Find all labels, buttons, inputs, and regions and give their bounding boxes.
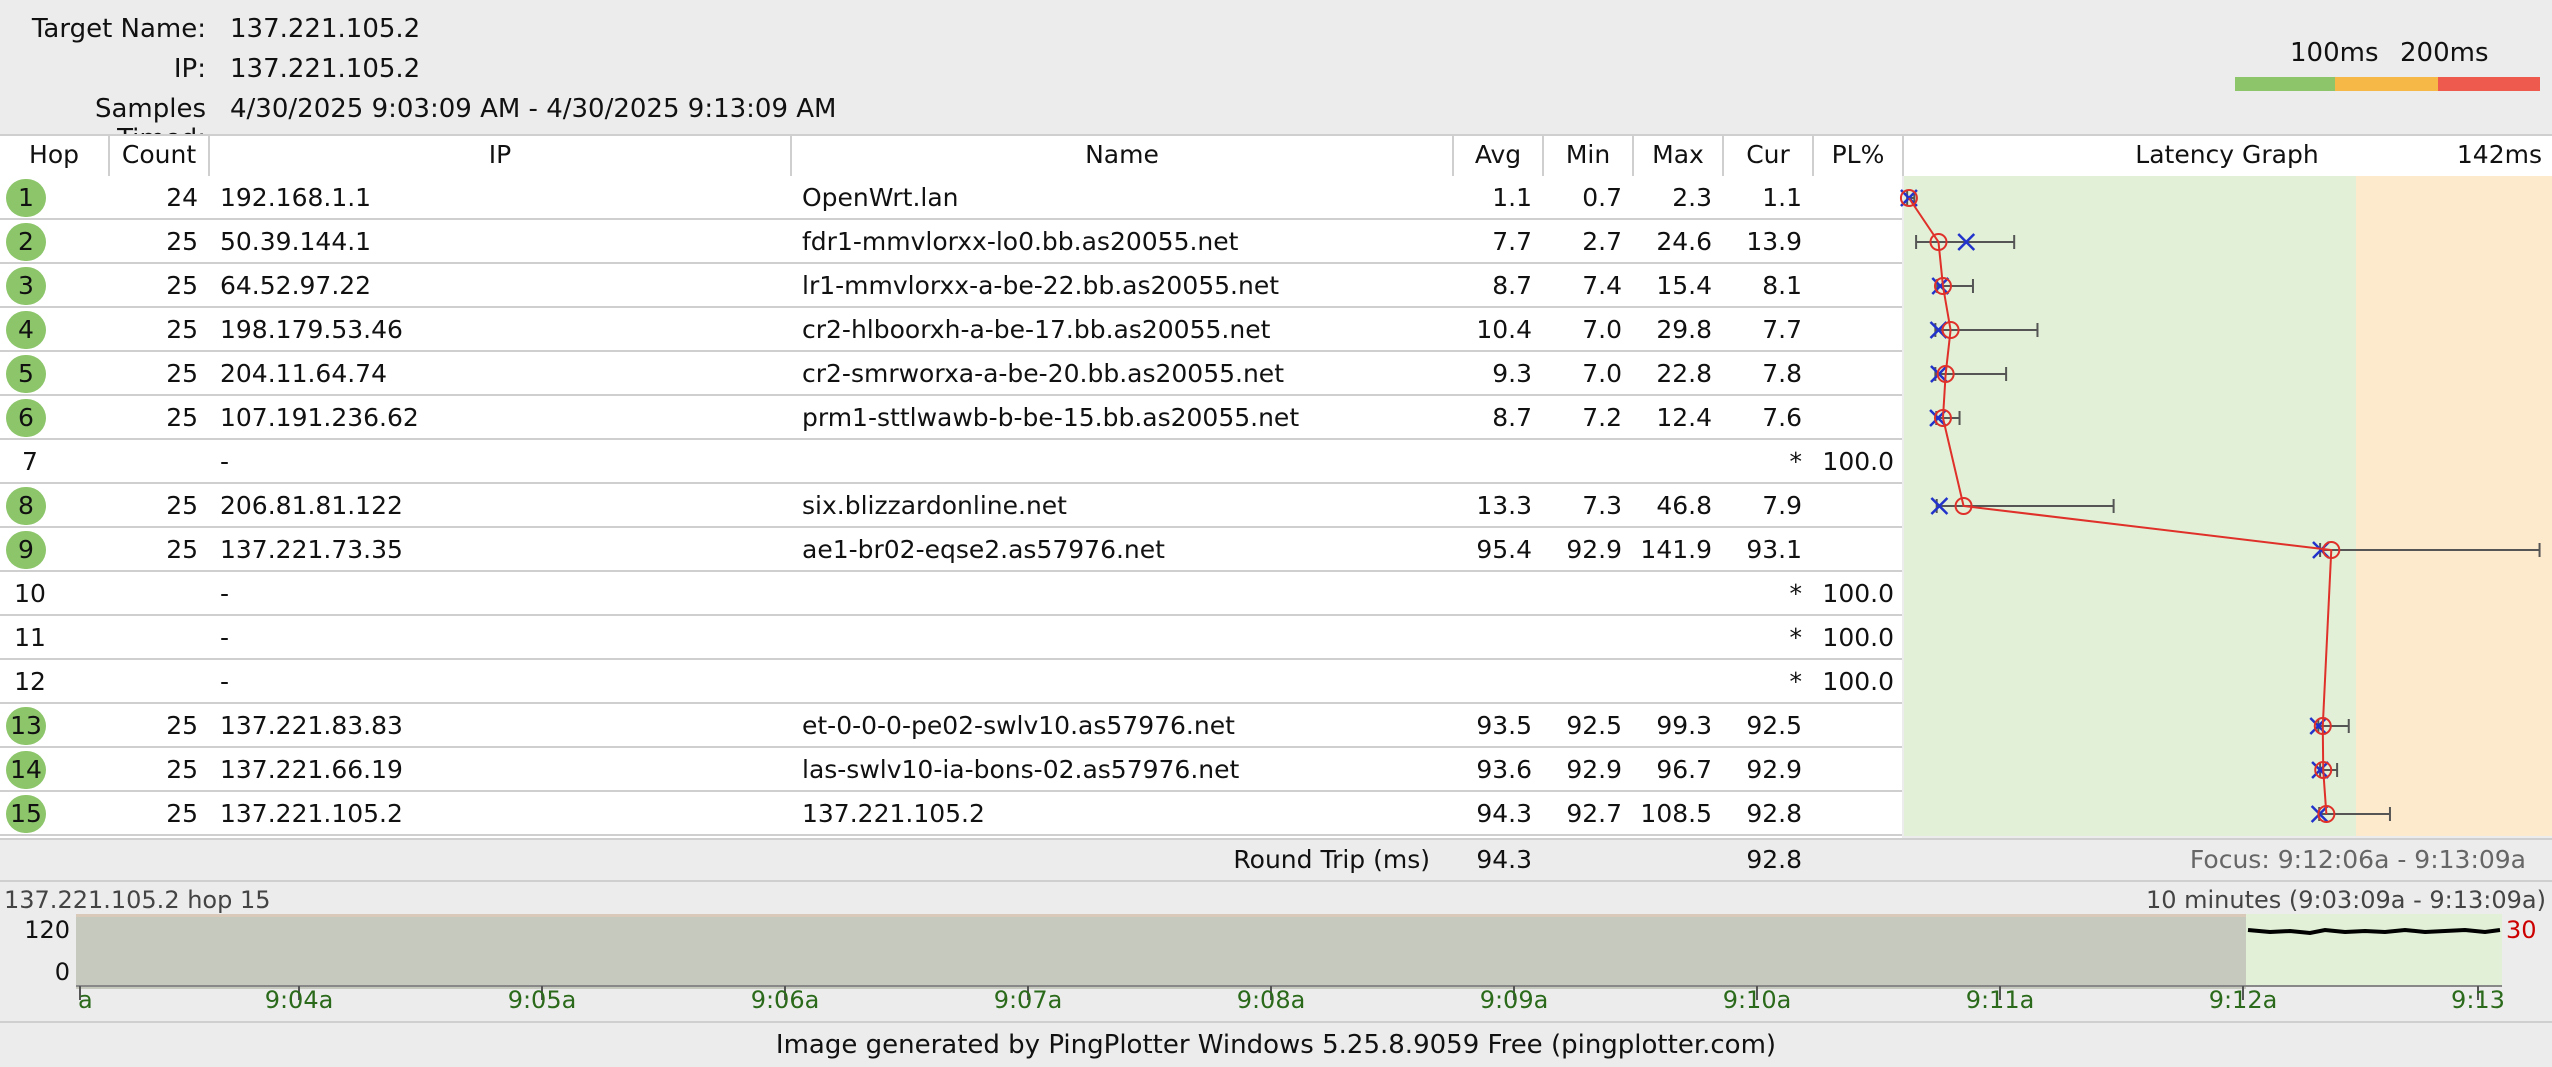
timeline-right-value: 30 xyxy=(2506,916,2537,944)
timeline-tick-label: 9:08a xyxy=(1236,986,1306,1014)
timeline-tick-label: 9:13 xyxy=(2451,986,2505,1014)
timeline-tick-label: 9:06a xyxy=(750,986,820,1014)
timeline-tick-label: 9:12a xyxy=(2208,986,2278,1014)
timeline-tick-label: 9:05a xyxy=(507,986,577,1014)
timeline-latency-line xyxy=(2247,927,2501,936)
timeline-tick-label: a xyxy=(78,986,93,1014)
timeline-tick-label: 9:04a xyxy=(264,986,334,1014)
timeline-tick-label: 9:11a xyxy=(1965,986,2035,1014)
timeline-tick-label: 9:09a xyxy=(1479,986,1549,1014)
footer-credit: Image generated by PingPlotter Windows 5… xyxy=(0,1021,2552,1066)
timeline-tick-label: 9:10a xyxy=(1722,986,1792,1014)
timeline-tick-label: 9:07a xyxy=(993,986,1063,1014)
timeline-trace xyxy=(76,927,2502,1000)
